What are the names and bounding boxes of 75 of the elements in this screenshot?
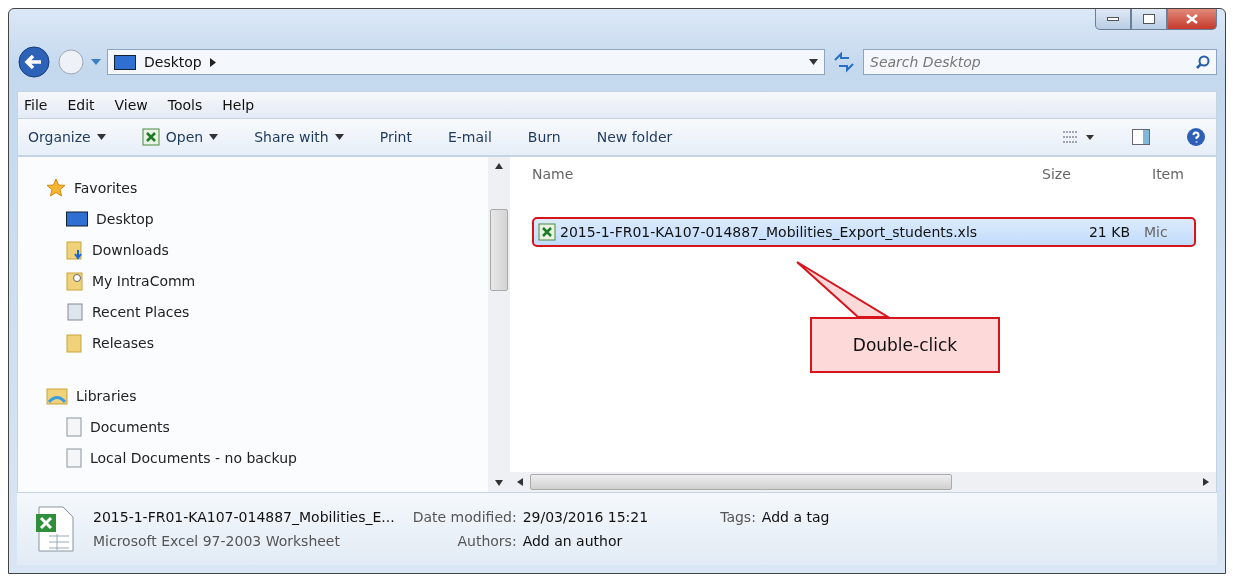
view-options-icon[interactable] (1062, 130, 1096, 144)
search-icon (1196, 55, 1210, 69)
property-value: 29/03/2016 15:21 (522, 509, 649, 525)
star-icon (46, 177, 66, 198)
folder-icon (66, 239, 84, 260)
property-value[interactable]: Add a tag (761, 509, 830, 525)
sidebar-item[interactable]: My IntraComm (66, 266, 488, 295)
file-row[interactable]: 2015-1-FR01-KA107-014887_Mobilities_Export_students.xls 21 KB Mic (532, 217, 1196, 247)
close-icon (1186, 14, 1198, 24)
monitor-icon (114, 54, 136, 70)
caret-icon (809, 59, 818, 65)
callout: Double-click (810, 317, 1000, 373)
back-button[interactable] (17, 45, 51, 79)
sidebar-item[interactable]: Downloads (66, 235, 488, 264)
scroll-thumb[interactable] (490, 208, 508, 291)
column-header[interactable]: Name (532, 166, 1042, 182)
file-name: 2015-1-FR01-KA107-014887_Mobilities_E... (93, 509, 395, 525)
search-field[interactable]: Search Desktop (863, 49, 1217, 75)
sidebar-item[interactable]: Releases (66, 328, 488, 357)
property-label: Tags: (720, 509, 756, 525)
breadcrumb[interactable]: Desktop (144, 54, 202, 70)
property-label: Authors: (456, 533, 517, 549)
spreadsheet-icon (538, 223, 556, 241)
document-icon (66, 301, 84, 322)
scroll-thumb[interactable] (530, 474, 952, 490)
file-size: 21 KB (1087, 224, 1130, 240)
column-header[interactable]: Item (1152, 166, 1192, 182)
file-name: 2015-1-FR01-KA107-014887_Mobilities_Export_students.xls (560, 224, 979, 240)
minimize-icon (1107, 17, 1119, 21)
library-icon (46, 386, 68, 405)
spreadsheet-icon (141, 128, 160, 146)
caret-icon[interactable] (91, 59, 101, 65)
scrollbar[interactable] (488, 157, 510, 492)
help-icon[interactable] (1186, 127, 1206, 147)
sidebar-item[interactable]: Libraries (46, 381, 488, 410)
sidebar-item[interactable]: Local Documents - no backup (66, 443, 488, 472)
maximize-icon (1143, 14, 1155, 24)
menu-item[interactable]: Help (222, 97, 255, 113)
toolbar-button[interactable]: Burn (527, 129, 561, 145)
toolbar-button[interactable]: E-mail (447, 129, 492, 145)
sidebar-item[interactable]: Desktop (66, 204, 488, 233)
column-header[interactable]: Size (1042, 166, 1152, 182)
property-value[interactable]: Add an author (522, 533, 649, 549)
address-bar[interactable]: Desktop (107, 49, 825, 75)
property-label: Date modified: (412, 509, 517, 525)
toolbar-button[interactable]: Share with (254, 129, 344, 145)
folder-icon (66, 332, 84, 353)
arrow-right-icon (1202, 478, 1210, 486)
folder-icon (66, 270, 84, 291)
file-type: Mic (1144, 224, 1169, 240)
sidebar-item[interactable]: Favorites (46, 173, 488, 202)
scrollbar[interactable] (510, 472, 1216, 492)
arrow-right-icon (209, 57, 216, 67)
document-icon (66, 447, 82, 468)
toolbar-button[interactable]: New folder (596, 129, 673, 145)
toolbar-button[interactable]: Organize (28, 129, 106, 145)
arrow-up-icon (495, 162, 503, 170)
menu-item[interactable]: Edit (67, 97, 95, 113)
arrow-down-icon (495, 479, 503, 487)
monitor-icon (66, 210, 88, 227)
sidebar-item[interactable]: Documents (66, 412, 488, 441)
toolbar-button[interactable]: Print (379, 129, 412, 145)
spreadsheet-icon (35, 506, 75, 552)
arrow-left-icon (516, 478, 524, 486)
menu-item[interactable]: View (114, 97, 148, 113)
menu-item[interactable]: File (24, 97, 48, 113)
close-button[interactable] (1167, 9, 1217, 30)
menu-item[interactable]: Tools (167, 97, 203, 113)
maximize-button[interactable] (1131, 9, 1167, 30)
sidebar-item[interactable]: Recent Places (66, 297, 488, 326)
minimize-button[interactable] (1095, 9, 1131, 30)
document-icon (66, 416, 82, 437)
file-type: Microsoft Excel 97-2003 Worksheet (93, 533, 341, 549)
toolbar-button[interactable]: Open (141, 128, 219, 146)
preview-pane-icon[interactable] (1132, 129, 1150, 145)
